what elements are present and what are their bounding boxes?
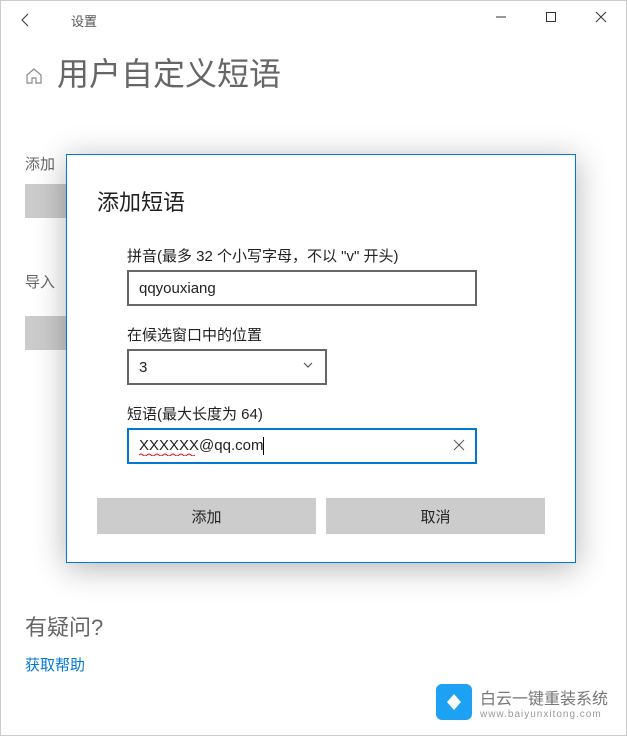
watermark: 白云一键重装系统 www.baiyunxitong.com bbox=[436, 684, 608, 720]
text-cursor bbox=[263, 437, 264, 455]
add-phrase-dialog: 添加短语 拼音(最多 32 个小写字母，不以 "v" 开头) 在候选窗口中的位置… bbox=[66, 154, 576, 563]
phrase-label: 短语(最大长度为 64) bbox=[127, 403, 545, 424]
spellcheck-squiggle-icon bbox=[139, 453, 195, 456]
position-field-group: 在候选窗口中的位置 3 bbox=[127, 324, 545, 385]
watermark-logo-icon bbox=[436, 684, 472, 720]
pinyin-label: 拼音(最多 32 个小写字母，不以 "v" 开头) bbox=[127, 245, 545, 266]
phrase-value: XXXXXX@qq.com bbox=[139, 437, 263, 454]
back-button[interactable] bbox=[1, 1, 51, 39]
window-title: 设置 bbox=[71, 11, 97, 30]
position-select[interactable]: 3 bbox=[127, 349, 327, 385]
help-section: 有疑问? 获取帮助 bbox=[25, 610, 103, 675]
home-icon[interactable] bbox=[25, 67, 43, 85]
dialog-title: 添加短语 bbox=[97, 185, 545, 217]
phrase-input[interactable]: XXXXXX@qq.com bbox=[127, 428, 477, 464]
help-link[interactable]: 获取帮助 bbox=[25, 654, 103, 675]
clear-input-icon[interactable] bbox=[453, 438, 465, 454]
help-title: 有疑问? bbox=[25, 610, 103, 642]
phrase-field-group: 短语(最大长度为 64) XXXXXX@qq.com bbox=[127, 403, 545, 464]
watermark-url: www.baiyunxitong.com bbox=[480, 709, 608, 720]
position-value: 3 bbox=[139, 359, 147, 376]
page-title: 用户自定义短语 bbox=[57, 49, 281, 95]
watermark-text: 白云一键重装系统 bbox=[480, 685, 608, 709]
titlebar: 设置 bbox=[1, 1, 626, 39]
minimize-button[interactable] bbox=[476, 1, 526, 33]
chevron-down-icon bbox=[301, 358, 315, 377]
cancel-button[interactable]: 取消 bbox=[326, 498, 545, 534]
pinyin-input[interactable] bbox=[127, 270, 477, 306]
window-controls bbox=[476, 1, 626, 33]
page-header: 用户自定义短语 bbox=[1, 39, 626, 115]
add-button[interactable]: 添加 bbox=[97, 498, 316, 534]
pinyin-field-group: 拼音(最多 32 个小写字母，不以 "v" 开头) bbox=[127, 245, 545, 306]
position-label: 在候选窗口中的位置 bbox=[127, 324, 545, 345]
maximize-button[interactable] bbox=[526, 1, 576, 33]
dialog-buttons: 添加 取消 bbox=[97, 498, 545, 534]
close-button[interactable] bbox=[576, 1, 626, 33]
